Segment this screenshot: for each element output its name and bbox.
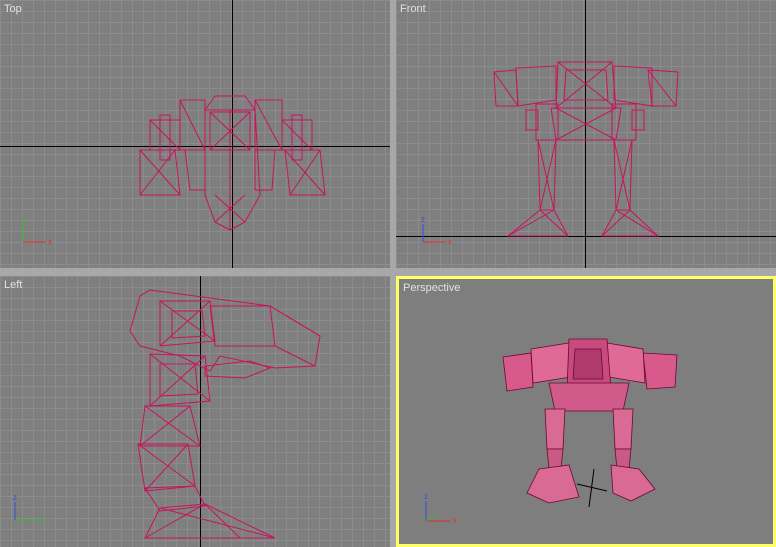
axis-tripod-front: x z: [421, 215, 452, 246]
axis-letter-x: x: [453, 516, 457, 525]
viewport-left[interactable]: Left y z: [0, 276, 392, 547]
axis-tripod-left: y z: [13, 493, 44, 524]
robot-wireframe-top: [139, 95, 326, 231]
axis-letter-x: x: [448, 237, 452, 246]
axis-letter-z: z: [424, 492, 428, 501]
axis-tripod-top: x y: [21, 215, 52, 246]
viewport-perspective[interactable]: Perspective x z: [396, 276, 776, 547]
viewport-top[interactable]: Top x y: [0, 0, 392, 272]
axis-letter-z: z: [13, 493, 17, 502]
axis-tripod-perspective: x z: [424, 492, 457, 525]
viewport-front[interactable]: Front x z: [396, 0, 776, 272]
robot-wireframe-left: [129, 289, 321, 539]
axis-letter-y: y: [21, 215, 25, 224]
axis-letter-x: x: [48, 237, 52, 246]
axis-letter-z: z: [421, 215, 425, 224]
axis-letter-y: y: [40, 515, 44, 524]
